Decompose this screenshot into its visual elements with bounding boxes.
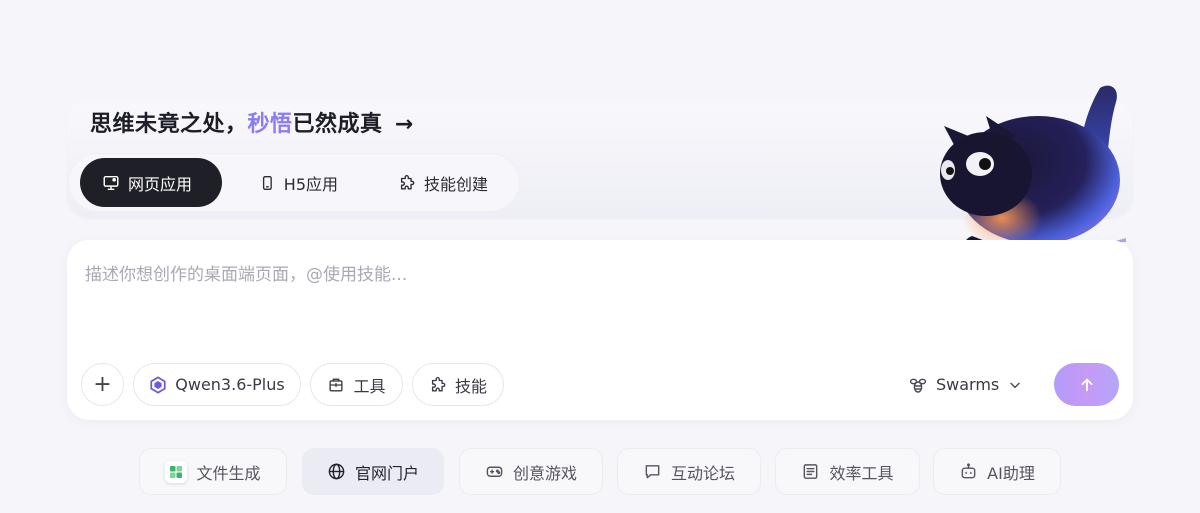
tab-web-app-label: 网页应用 <box>128 174 193 194</box>
chat-bubble-icon <box>645 465 660 479</box>
tab-h5-app[interactable]: H5应用 <box>237 158 360 207</box>
model-selector-button[interactable]: Qwen3.6-Plus <box>133 363 301 406</box>
model-label: Qwen3.6-Plus <box>175 375 285 394</box>
category-file-generation[interactable]: 文件生成 <box>139 448 287 495</box>
headline-suffix: 已然成真 <box>292 112 383 137</box>
hero-headline[interactable]: 思维未竟之处，秒悟已然成真 → <box>90 106 414 138</box>
arrow-up-icon <box>1081 378 1092 391</box>
globe-icon <box>328 463 345 480</box>
phone-icon <box>262 175 272 190</box>
plus-icon: + <box>93 372 112 397</box>
category-interactive-forum[interactable]: 互动论坛 <box>617 448 761 495</box>
send-button[interactable] <box>1054 363 1119 406</box>
puzzle-icon <box>431 376 446 392</box>
headline-highlight: 秒悟 <box>247 112 293 137</box>
qwen-logo-icon <box>150 375 166 394</box>
category-label: 效率工具 <box>829 463 894 483</box>
tab-web-app[interactable]: 网页应用 <box>80 158 222 207</box>
headline-prefix: 思维未竟之处， <box>90 112 248 137</box>
robot-icon <box>961 463 976 479</box>
category-label: 官网门户 <box>354 463 419 483</box>
tools-button[interactable]: 工具 <box>310 363 403 406</box>
category-label: AI助理 <box>987 463 1035 483</box>
swarms-label: Swarms <box>936 375 1000 394</box>
tab-skill-create-label: 技能创建 <box>424 174 489 194</box>
toolbox-icon <box>329 377 344 392</box>
bee-icon <box>909 378 927 393</box>
category-creative-games[interactable]: 创意游戏 <box>459 448 603 495</box>
add-attachment-button[interactable]: + <box>81 363 124 406</box>
mode-tabs: 网页应用 H5应用 技能创建 <box>69 154 519 211</box>
category-productivity-tools[interactable]: 效率工具 <box>775 448 920 495</box>
category-label: 互动论坛 <box>670 463 735 483</box>
category-website-portal[interactable]: 官网门户 <box>302 448 444 495</box>
puzzle-icon <box>400 174 415 190</box>
spreadsheet-icon <box>165 460 188 483</box>
chevron-down-icon <box>1010 382 1020 388</box>
app-stage: 思维未竟之处，秒悟已然成真 → 网页应用 H5应用 技能创建 描述你想创作的桌面… <box>0 0 1200 513</box>
tools-label: 工具 <box>353 376 386 396</box>
arrow-right-icon: → <box>394 112 414 137</box>
category-label: 文件生成 <box>196 463 261 483</box>
swarms-dropdown[interactable]: Swarms <box>908 363 1023 406</box>
prompt-input[interactable] <box>85 262 905 288</box>
skills-button[interactable]: 技能 <box>412 363 504 406</box>
gamepad-icon <box>486 466 503 477</box>
monitor-icon <box>103 175 119 190</box>
category-label: 创意游戏 <box>512 463 577 483</box>
tab-h5-app-label: H5应用 <box>283 174 338 194</box>
category-ai-assistant[interactable]: AI助理 <box>933 448 1061 495</box>
skills-label: 技能 <box>454 376 487 396</box>
document-icon <box>804 464 818 479</box>
tab-skill-create[interactable]: 技能创建 <box>376 158 516 207</box>
